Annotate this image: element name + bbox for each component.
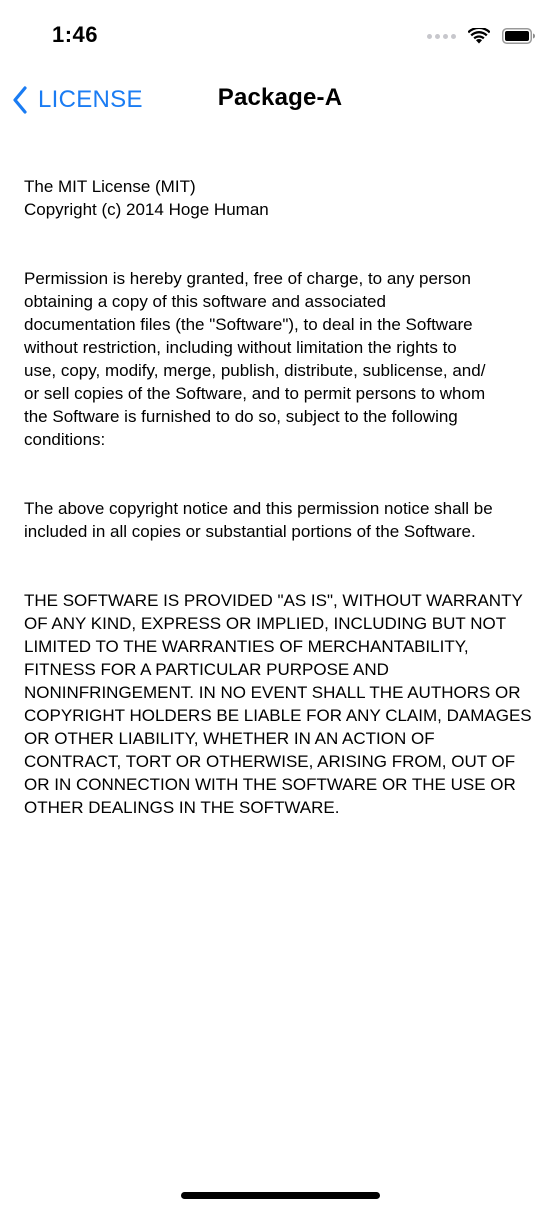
license-text: The MIT License (MIT) Copyright (c) 2014…	[24, 152, 540, 865]
license-warranty-paragraph: THE SOFTWARE IS PROVIDED "AS IS", WITHOU…	[24, 591, 532, 817]
signal-dots-icon	[427, 33, 456, 39]
license-permission-paragraph: Permission is hereby granted, free of ch…	[24, 269, 486, 449]
page-title: Package-A	[217, 84, 343, 111]
status-bar: 1:46	[0, 0, 560, 70]
status-time: 1:46	[52, 22, 99, 47]
license-header: The MIT License (MIT) Copyright (c) 2014…	[24, 177, 269, 219]
home-indicator[interactable]	[181, 1192, 380, 1199]
battery-icon	[502, 28, 536, 44]
wifi-icon	[468, 28, 490, 44]
navigation-bar: LICENSE Package-A	[0, 70, 560, 130]
status-icons	[427, 26, 536, 46]
license-notice-paragraph: The above copyright notice and this perm…	[24, 499, 493, 541]
